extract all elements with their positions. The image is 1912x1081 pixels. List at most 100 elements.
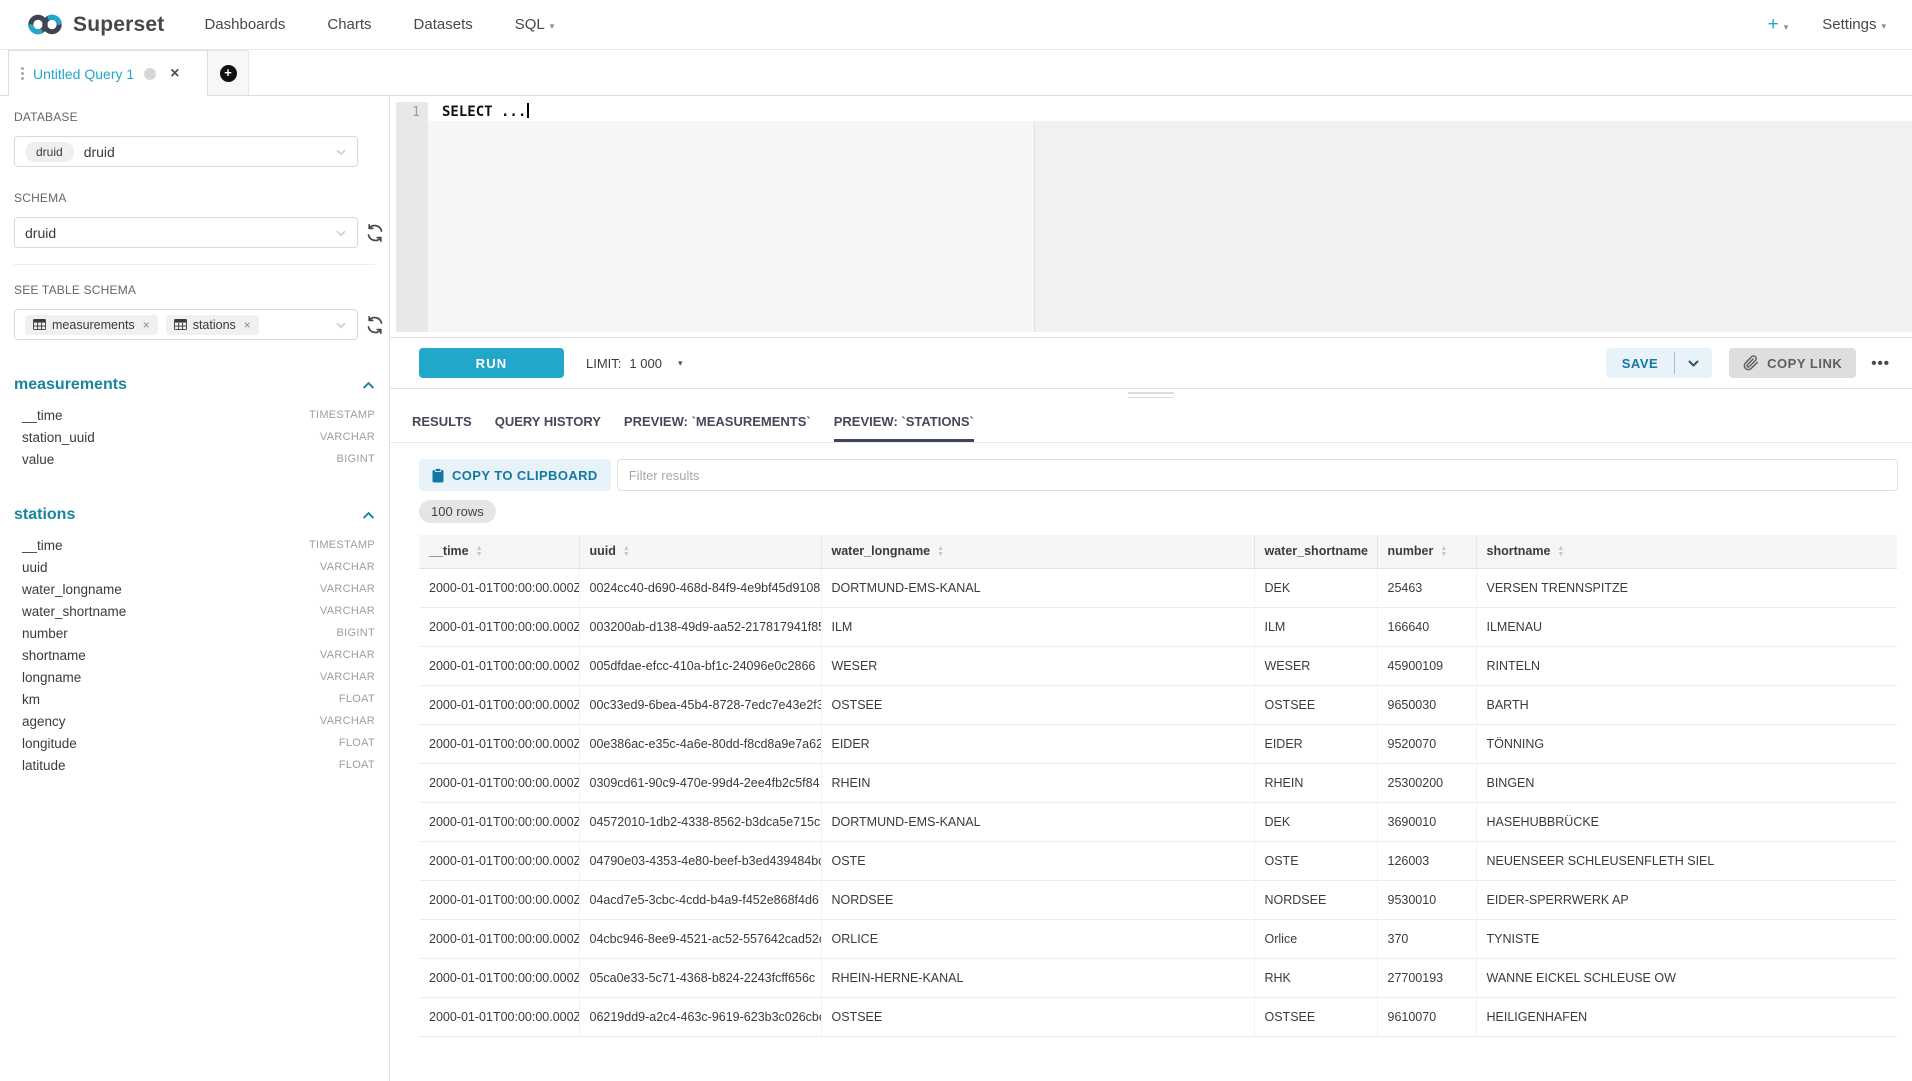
column-type: VARCHAR bbox=[320, 671, 375, 683]
nav-item-sql[interactable]: SQL▾ bbox=[515, 16, 555, 33]
remove-icon[interactable]: × bbox=[143, 318, 150, 332]
results-table: __time▲▼uuid▲▼water_longname▲▼water_shor… bbox=[419, 535, 1897, 1037]
table-tag-label: measurements bbox=[52, 318, 135, 332]
column-header-number[interactable]: number▲▼ bbox=[1377, 535, 1476, 568]
nav-item-dashboards[interactable]: Dashboards bbox=[204, 16, 285, 33]
settings-menu[interactable]: Settings▾ bbox=[1822, 16, 1886, 33]
column-header-__time[interactable]: __time▲▼ bbox=[419, 535, 579, 568]
table-row[interactable]: 2000-01-01T00:00:00.000Z04cbc946-8ee9-45… bbox=[419, 919, 1897, 958]
sort-icon[interactable]: ▲▼ bbox=[476, 546, 483, 557]
save-button[interactable]: SAVE bbox=[1606, 348, 1674, 378]
table-cell: WESER bbox=[1254, 646, 1377, 685]
table-row[interactable]: 2000-01-01T00:00:00.000Z04790e03-4353-4e… bbox=[419, 841, 1897, 880]
pane-resize-handle[interactable] bbox=[390, 389, 1912, 401]
table-cell: 9520070 bbox=[1377, 724, 1476, 763]
drag-handle-icon[interactable] bbox=[21, 67, 24, 80]
column-type: VARCHAR bbox=[320, 715, 375, 727]
column-header-uuid[interactable]: uuid▲▼ bbox=[579, 535, 821, 568]
save-chevron-down-icon[interactable] bbox=[1675, 348, 1712, 378]
sort-icon[interactable]: ▲▼ bbox=[937, 546, 944, 557]
table-cell: 3690010 bbox=[1377, 802, 1476, 841]
sort-desc-icon: ▼ bbox=[1440, 552, 1447, 558]
run-button[interactable]: RUN bbox=[419, 348, 564, 378]
copy-link-label: COPY LINK bbox=[1767, 356, 1842, 371]
table-cell: 06219dd9-a2c4-463c-9619-623b3c026cbc bbox=[579, 997, 821, 1036]
table-row[interactable]: 2000-01-01T00:00:00.000Z0309cd61-90c9-47… bbox=[419, 763, 1897, 802]
navbar-right: +▾ Settings▾ bbox=[1768, 14, 1886, 36]
table-cell: 9650030 bbox=[1377, 685, 1476, 724]
table-cell: OSTSEE bbox=[1254, 997, 1377, 1036]
database-select[interactable]: druid druid bbox=[14, 136, 358, 167]
query-tab-untitled[interactable]: Untitled Query 1 × bbox=[8, 50, 208, 96]
column-row: shortnameVARCHAR bbox=[14, 644, 375, 666]
results-tab-preview-stations-[interactable]: PREVIEW: `STATIONS` bbox=[834, 401, 974, 442]
print-margin bbox=[1034, 102, 1912, 332]
table-cell: EIDER-SPERRWERK AP bbox=[1476, 880, 1897, 919]
column-header-water_shortname[interactable]: water_shortname▲▼ bbox=[1254, 535, 1377, 568]
table-schema-select[interactable]: measurements×stations× bbox=[14, 309, 358, 340]
table-row[interactable]: 2000-01-01T00:00:00.000Z00c33ed9-6bea-45… bbox=[419, 685, 1897, 724]
sort-icon[interactable]: ▲▼ bbox=[623, 546, 630, 557]
caret-down-icon: ▾ bbox=[550, 21, 555, 31]
table-cell: ORLICE bbox=[821, 919, 1254, 958]
column-name: shortname bbox=[14, 648, 86, 663]
new-menu-button[interactable]: +▾ bbox=[1768, 14, 1789, 36]
column-row: uuidVARCHAR bbox=[14, 556, 375, 578]
table-row[interactable]: 2000-01-01T00:00:00.000Z00e386ac-e35c-4a… bbox=[419, 724, 1897, 763]
table-row[interactable]: 2000-01-01T00:00:00.000Z06219dd9-a2c4-46… bbox=[419, 997, 1897, 1036]
column-header-shortname[interactable]: shortname▲▼ bbox=[1476, 535, 1897, 568]
copy-to-clipboard-button[interactable]: COPY TO CLIPBOARD bbox=[419, 459, 611, 491]
sqllab-main: 1 SELECT ... RUN LIMIT: 1 000 ▾ SAVE bbox=[390, 96, 1912, 1081]
schema-section-header[interactable]: measurements bbox=[14, 376, 375, 394]
table-row[interactable]: 2000-01-01T00:00:00.000Z0024cc40-d690-46… bbox=[419, 568, 1897, 607]
column-type: FLOAT bbox=[339, 759, 375, 771]
table-cell: Orlice bbox=[1254, 919, 1377, 958]
collapse-chevron-up-icon[interactable] bbox=[362, 509, 375, 522]
more-actions-button[interactable]: ••• bbox=[1871, 355, 1890, 372]
table-cell: BARTH bbox=[1476, 685, 1897, 724]
copy-link-button[interactable]: COPY LINK bbox=[1729, 348, 1856, 378]
table-tag-stations: stations× bbox=[166, 315, 259, 335]
table-cell: RHK bbox=[1254, 958, 1377, 997]
column-name: latitude bbox=[14, 758, 66, 773]
table-cell: RHEIN-HERNE-KANAL bbox=[821, 958, 1254, 997]
table-icon bbox=[33, 319, 46, 330]
table-row[interactable]: 2000-01-01T00:00:00.000Z005dfdae-efcc-41… bbox=[419, 646, 1897, 685]
add-query-tab[interactable]: + bbox=[208, 50, 249, 95]
table-row[interactable]: 2000-01-01T00:00:00.000Z04acd7e5-3cbc-4c… bbox=[419, 880, 1897, 919]
schema-select[interactable]: druid bbox=[14, 217, 358, 248]
top-navbar: Superset Dashboards Charts Datasets SQL▾ +… bbox=[0, 0, 1912, 50]
collapse-chevron-up-icon[interactable] bbox=[362, 379, 375, 392]
sort-icon[interactable]: ▲▼ bbox=[1440, 546, 1447, 557]
limit-value: 1 000 bbox=[629, 356, 662, 371]
remove-icon[interactable]: × bbox=[244, 318, 251, 332]
sort-icon[interactable]: ▲▼ bbox=[1557, 546, 1564, 557]
refresh-schema-icon[interactable] bbox=[364, 222, 386, 244]
limit-dropdown[interactable]: LIMIT: 1 000 ▾ bbox=[586, 356, 682, 371]
nav-item-charts[interactable]: Charts bbox=[327, 16, 371, 33]
refresh-tables-icon[interactable] bbox=[364, 314, 386, 336]
brand-title: Superset bbox=[73, 13, 164, 37]
results-controls: COPY TO CLIPBOARD bbox=[390, 459, 1912, 491]
column-header-water_longname[interactable]: water_longname▲▼ bbox=[821, 535, 1254, 568]
table-cell: NORDSEE bbox=[821, 880, 1254, 919]
table-cell: 2000-01-01T00:00:00.000Z bbox=[419, 958, 579, 997]
table-row[interactable]: 2000-01-01T00:00:00.000Z05ca0e33-5c71-43… bbox=[419, 958, 1897, 997]
results-tab-preview-measurements-[interactable]: PREVIEW: `MEASUREMENTS` bbox=[624, 401, 811, 442]
filter-results-input[interactable] bbox=[617, 459, 1898, 491]
table-cell: HASEHUBBRÜCKE bbox=[1476, 802, 1897, 841]
sql-editor[interactable]: 1 SELECT ... bbox=[390, 96, 1912, 338]
sort-desc-icon: ▼ bbox=[1557, 552, 1564, 558]
table-cell: RINTELN bbox=[1476, 646, 1897, 685]
nav-item-datasets[interactable]: Datasets bbox=[414, 16, 473, 33]
table-row[interactable]: 2000-01-01T00:00:00.000Z04572010-1db2-43… bbox=[419, 802, 1897, 841]
results-tab-query-history[interactable]: QUERY HISTORY bbox=[495, 401, 601, 442]
table-row[interactable]: 2000-01-01T00:00:00.000Z003200ab-d138-49… bbox=[419, 607, 1897, 646]
close-icon[interactable]: × bbox=[170, 66, 179, 82]
column-row: agencyVARCHAR bbox=[14, 710, 375, 732]
superset-brand[interactable]: Superset bbox=[26, 12, 164, 37]
table-cell: EIDER bbox=[1254, 724, 1377, 763]
column-name: water_longname bbox=[14, 582, 122, 597]
schema-section-header[interactable]: stations bbox=[14, 506, 375, 524]
results-tab-results[interactable]: RESULTS bbox=[412, 401, 472, 442]
